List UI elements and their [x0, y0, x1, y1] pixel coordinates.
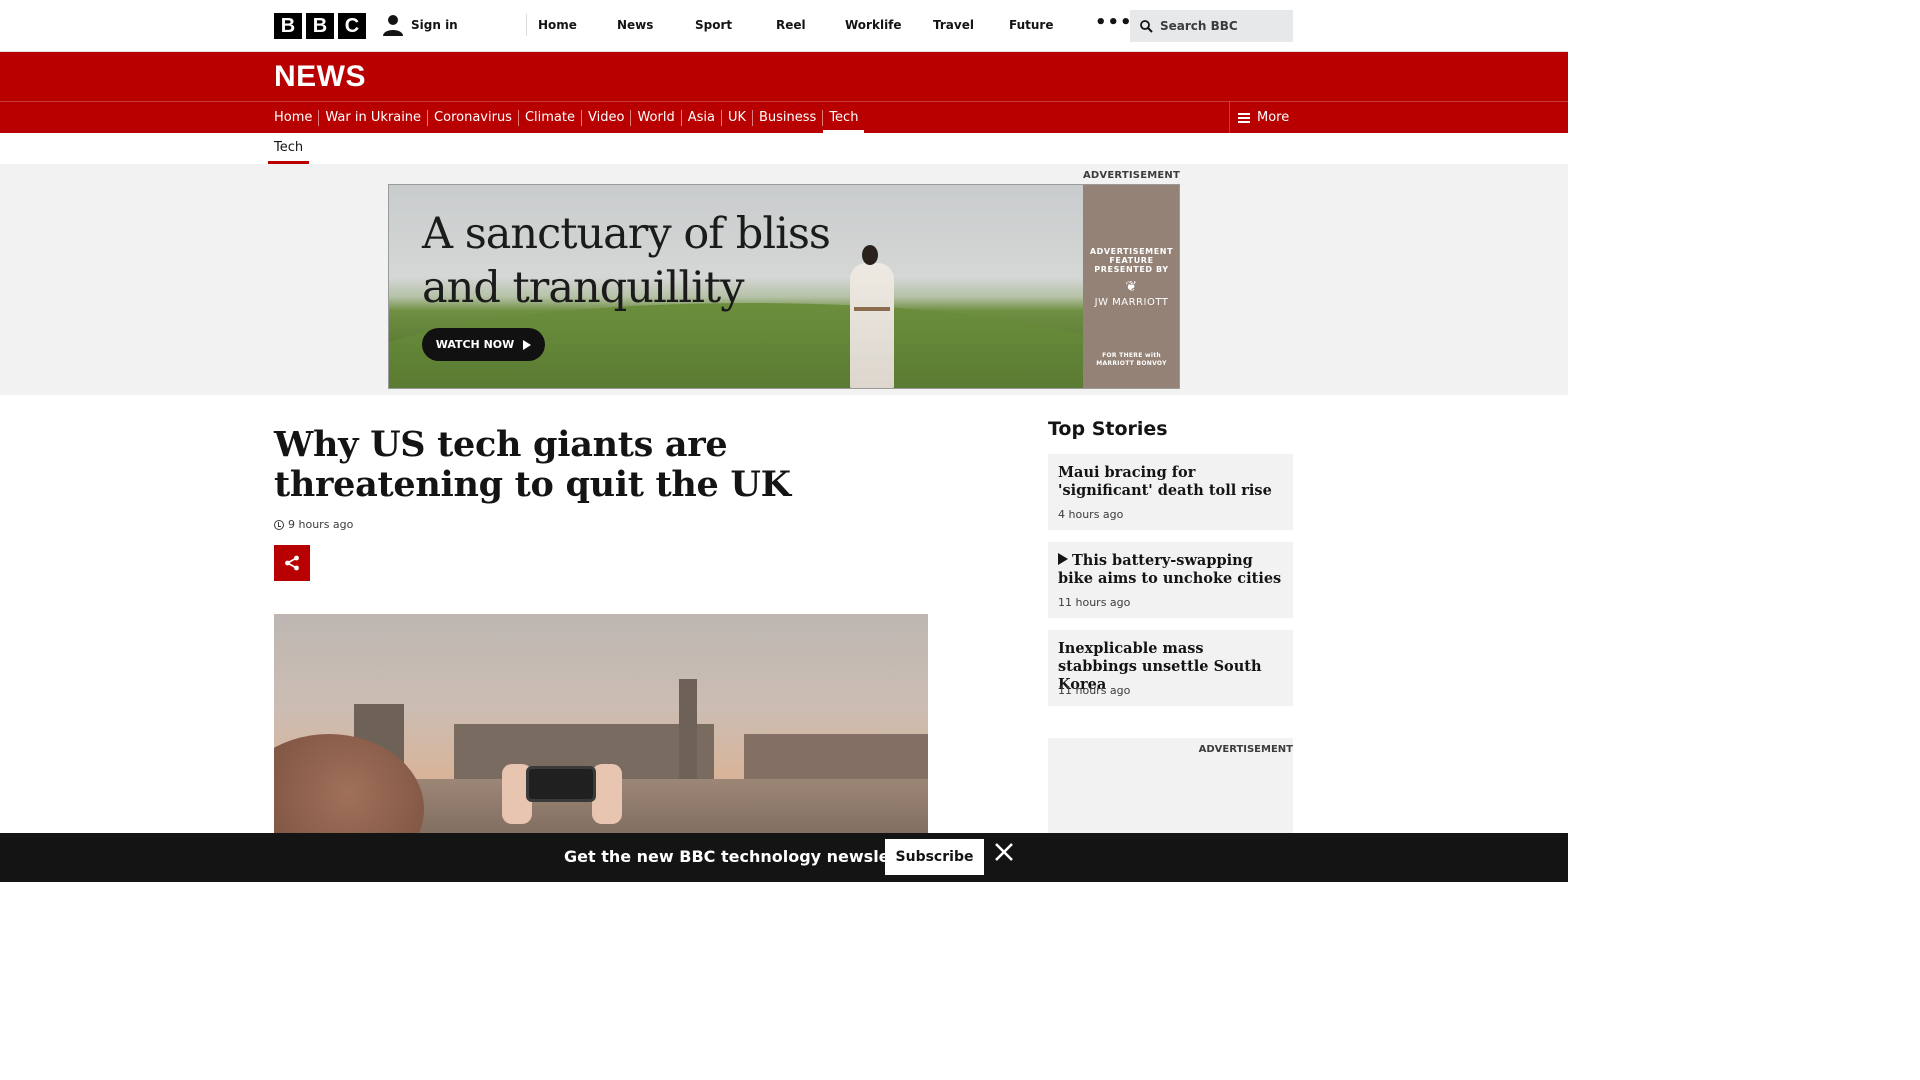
advert-banner[interactable]: A sanctuary of bliss and tranquillity WA…	[388, 184, 1180, 389]
section-nav-world[interactable]: World	[631, 109, 682, 126]
section-nav-video[interactable]: Video	[582, 109, 632, 126]
advert-sponsor-panel: ADVERTISEMENT FEATURE PRESENTED BY ❦ JW …	[1083, 185, 1179, 388]
top-story-item[interactable]: This battery-swapping bike aims to uncho…	[1048, 542, 1293, 618]
phone-shape	[526, 766, 596, 802]
sub-nav-tech[interactable]: Tech	[268, 133, 310, 164]
news-masthead: NEWS	[0, 52, 1568, 101]
article-timestamp: 9 hours ago	[274, 518, 353, 531]
sub-nav: Tech	[0, 133, 1568, 164]
model-figure	[844, 245, 900, 388]
sponsor-logo: ❦ JW MARRIOTT	[1083, 279, 1179, 308]
more-menu-icon[interactable]: •••	[1095, 12, 1133, 33]
feature-text: ADVERTISEMENT FEATURE PRESENTED BY	[1089, 247, 1174, 274]
logo-letter: B	[274, 13, 302, 39]
bird-icon: ❦	[1125, 279, 1138, 295]
article-hero-image	[274, 614, 928, 844]
section-nav-home[interactable]: Home	[268, 109, 320, 126]
watch-now-button[interactable]: WATCH NOW	[422, 328, 545, 361]
story-title: This battery-swapping bike aims to uncho…	[1058, 552, 1282, 587]
logo-letter: C	[338, 13, 366, 39]
story-title: Maui bracing for 'significant' death tol…	[1058, 464, 1272, 499]
story-time: 11 hours ago	[1058, 684, 1131, 697]
divider	[526, 14, 527, 36]
share-button[interactable]	[274, 545, 310, 581]
share-icon	[285, 555, 299, 571]
close-icon[interactable]	[993, 841, 1015, 863]
section-nav-business[interactable]: Business	[753, 109, 824, 126]
bbc-global-header: B B C Sign in Home News Sport Reel Workl…	[0, 0, 1568, 52]
play-icon	[523, 339, 532, 350]
sign-in-link[interactable]: Sign in	[383, 14, 458, 36]
section-nav-uk[interactable]: UK	[722, 109, 753, 126]
bbc-logo[interactable]: B B C	[274, 13, 366, 39]
global-nav-sport[interactable]: Sport	[695, 18, 732, 32]
global-nav-worklife[interactable]: Worklife	[845, 18, 902, 32]
newsletter-text: Get the new BBC technology newsletter	[564, 847, 924, 866]
global-nav-home[interactable]: Home	[538, 18, 577, 32]
global-nav-future[interactable]: Future	[1009, 18, 1053, 32]
news-wordmark[interactable]: NEWS	[274, 60, 366, 94]
top-story-item[interactable]: Maui bracing for 'significant' death tol…	[1048, 454, 1293, 530]
section-nav-climate[interactable]: Climate	[519, 109, 582, 126]
story-time: 11 hours ago	[1058, 596, 1131, 609]
section-nav: Home War in Ukraine Coronavirus Climate …	[0, 101, 1568, 134]
global-nav-news[interactable]: News	[617, 18, 653, 32]
section-nav-coronavirus[interactable]: Coronavirus	[428, 109, 519, 126]
search-placeholder: Search BBC	[1160, 19, 1238, 33]
more-label: More	[1257, 110, 1290, 125]
story-time: 4 hours ago	[1058, 508, 1124, 521]
clock-icon	[274, 519, 284, 530]
advert-image: A sanctuary of bliss and tranquillity WA…	[389, 185, 1149, 388]
user-icon	[383, 15, 403, 36]
sponsor-name: JW MARRIOTT	[1094, 297, 1169, 308]
hamburger-icon	[1238, 112, 1250, 123]
sign-in-label: Sign in	[411, 18, 458, 32]
article-headline: Why US tech giants are threatening to qu…	[274, 424, 791, 505]
newsletter-banner: Get the new BBC technology newsletter Su…	[0, 833, 1568, 882]
top-stories-heading: Top Stories	[1048, 418, 1168, 440]
advert-headline: A sanctuary of bliss and tranquillity	[422, 209, 831, 313]
global-nav-travel[interactable]: Travel	[933, 18, 974, 32]
sidebar-advert: ADVERTISEMENT	[1048, 738, 1293, 838]
top-story-item[interactable]: Inexplicable mass stabbings unsettle Sou…	[1048, 630, 1293, 706]
section-more-button[interactable]: More	[1229, 102, 1293, 133]
watch-now-label: WATCH NOW	[435, 338, 515, 351]
section-nav-war-in-ukraine[interactable]: War in Ukraine	[319, 109, 429, 126]
advert-band: ADVERTISEMENT A sanctuary of bliss and t…	[0, 164, 1568, 395]
subscribe-button[interactable]: Subscribe	[885, 839, 984, 875]
search-icon	[1140, 19, 1153, 33]
section-nav-asia[interactable]: Asia	[682, 109, 722, 126]
advert-label: ADVERTISEMENT	[1198, 744, 1293, 755]
logo-letter: B	[306, 13, 334, 39]
search-input[interactable]: Search BBC	[1130, 10, 1293, 42]
timestamp-text: 9 hours ago	[288, 518, 354, 531]
global-nav-reel[interactable]: Reel	[776, 18, 806, 32]
section-nav-tech[interactable]: Tech	[823, 110, 865, 134]
bonvoy-text: FOR THERE with MARRIOTT BONVOY	[1096, 352, 1167, 367]
video-play-icon	[1058, 553, 1068, 565]
advert-label: ADVERTISEMENT	[1082, 170, 1180, 181]
